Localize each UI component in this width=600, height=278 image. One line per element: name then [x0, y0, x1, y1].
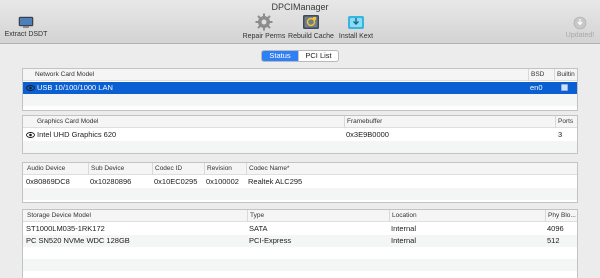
network-bsd: en0: [530, 83, 543, 92]
empty-row: [23, 259, 577, 271]
column-header[interactable]: Location: [389, 210, 545, 222]
audio-codec-name: Realtek ALC295: [248, 177, 303, 186]
audio-device: 0x80869DC8: [26, 177, 70, 186]
column-header[interactable]: Storage Device Model: [25, 210, 247, 222]
graphics-card-model: Intel UHD Graphics 620: [37, 130, 117, 139]
rebuild-cache-label: Rebuild Cache: [288, 33, 334, 40]
column-header[interactable]: Audio Device: [25, 163, 89, 175]
toolbar: DPCIManager Extract DSDT Repair Perms Re…: [0, 0, 600, 44]
audio-revision: 0x100002: [206, 177, 239, 186]
install-kext-button[interactable]: Install Kext: [334, 13, 378, 40]
storage-type: SATA: [249, 224, 268, 233]
monitor-icon: [18, 16, 34, 28]
storage-location: Internal: [391, 236, 417, 245]
storage-model: PC SN520 NVMe WDC 128GB: [26, 236, 130, 245]
rebuild-cache-button[interactable]: Rebuild Cache: [286, 13, 336, 40]
column-header[interactable]: Type: [247, 210, 389, 222]
table-row[interactable]: ST1000LM035-1RK172 SATA Internal 4096: [23, 223, 577, 235]
repair-perms-button[interactable]: Repair Perms: [242, 13, 286, 40]
audio-table: Audio Device Sub Device Codec ID Revisio…: [22, 162, 578, 203]
column-header[interactable]: Builtin: [554, 69, 577, 81]
tab-pci-list[interactable]: PCI List: [298, 51, 338, 61]
column-header[interactable]: Revision: [204, 163, 246, 175]
table-row[interactable]: Intel UHD Graphics 620 0x3E9B0000 3: [23, 129, 577, 141]
column-header[interactable]: Phy Blo...: [545, 210, 577, 222]
network-table: Network Card Model BSD Builtin USB 10/10…: [22, 68, 578, 111]
network-card-model: USB 10/100/1000 LAN: [37, 83, 113, 92]
graphics-table-header: Graphics Card Model Framebuffer Ports: [23, 116, 577, 128]
audio-sub-device: 0x10280896: [90, 177, 132, 186]
column-header[interactable]: Network Card Model: [33, 69, 533, 81]
column-header[interactable]: Codec Name*: [246, 163, 577, 175]
storage-model: ST1000LM035-1RK172: [26, 224, 105, 233]
empty-row: [23, 141, 577, 153]
column-header[interactable]: Graphics Card Model: [35, 116, 335, 128]
eye-icon: [26, 132, 35, 138]
network-table-header: Network Card Model BSD Builtin: [23, 69, 577, 81]
storage-phy-blocks: 4096: [547, 224, 564, 233]
update-globe-icon: [573, 16, 587, 30]
column-header[interactable]: Framebuffer: [344, 116, 554, 128]
storage-phy-blocks: 512: [547, 236, 560, 245]
view-switcher: Status PCI List: [261, 50, 339, 62]
builtin-checkbox[interactable]: [561, 84, 568, 91]
extract-dsdt-button[interactable]: Extract DSDT: [4, 16, 48, 38]
empty-row: [23, 247, 577, 259]
updated-label: Updated!: [565, 32, 595, 39]
column-header[interactable]: Sub Device: [88, 163, 152, 175]
storage-table-header: Storage Device Model Type Location Phy B…: [23, 210, 577, 222]
column-header[interactable]: Codec ID: [152, 163, 204, 175]
extract-dsdt-label: Extract DSDT: [4, 31, 48, 38]
install-kext-label: Install Kext: [338, 33, 374, 40]
audio-codec-id: 0x10EC0295: [154, 177, 198, 186]
table-row[interactable]: 0x80869DC8 0x10280896 0x10EC0295 0x10000…: [23, 176, 577, 188]
audio-table-header: Audio Device Sub Device Codec ID Revisio…: [23, 163, 577, 175]
empty-row: [23, 94, 577, 106]
graphics-framebuffer: 0x3E9B0000: [346, 130, 389, 139]
updated-button[interactable]: Updated!: [560, 16, 600, 39]
tab-status[interactable]: Status: [262, 51, 298, 61]
graphics-table: Graphics Card Model Framebuffer Ports In…: [22, 115, 578, 154]
table-row[interactable]: PC SN520 NVMe WDC 128GB PCI-Express Inte…: [23, 235, 577, 247]
window-title: DPCIManager: [271, 2, 329, 12]
storage-location: Internal: [391, 224, 417, 233]
empty-row: [23, 188, 577, 200]
install-icon: [348, 16, 364, 29]
column-header[interactable]: Ports: [555, 116, 577, 128]
gear-icon: [255, 13, 273, 31]
cache-icon: [303, 15, 319, 29]
table-row[interactable]: USB 10/100/1000 LAN en0: [23, 82, 577, 94]
eye-icon: [26, 85, 35, 91]
repair-perms-label: Repair Perms: [242, 33, 286, 40]
storage-type: PCI-Express: [249, 236, 292, 245]
graphics-ports: 3: [558, 130, 563, 139]
storage-table: Storage Device Model Type Location Phy B…: [22, 209, 578, 278]
column-header[interactable]: BSD: [528, 69, 554, 81]
